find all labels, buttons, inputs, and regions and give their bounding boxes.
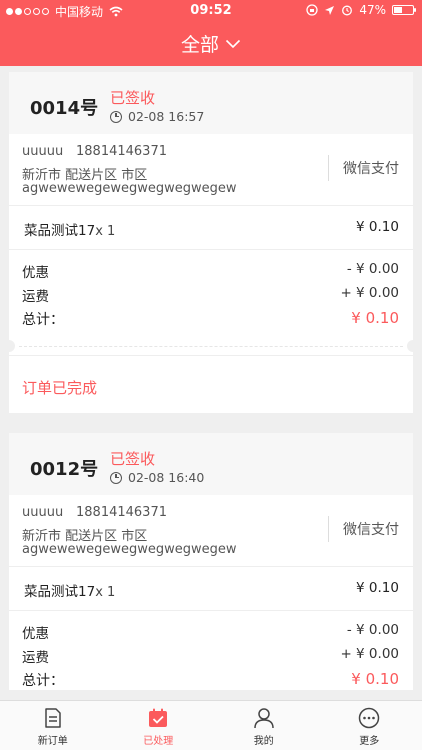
customer-name: uuuuu [22, 505, 64, 520]
item-quantity: x 1 [95, 224, 116, 239]
customer-phone[interactable]: 18814146371 [76, 505, 167, 520]
customer-name: uuuuu [22, 144, 64, 159]
shipping-label: 运费 [22, 289, 49, 305]
customer-address-detail: agwewewegewegwegwegwegew [22, 542, 237, 557]
status-bar: 中国移动 09:52 47% [0, 0, 422, 22]
orientation-lock-icon [306, 4, 318, 16]
shipping-row: 运费 + ¥ 0.00 [9, 642, 413, 666]
clock-icon [110, 110, 122, 123]
tab-label: 新订单 [37, 736, 68, 747]
battery-icon [392, 5, 416, 15]
customer-address-detail: agwewewegewegwegwegwegew [22, 181, 237, 196]
perforation [3, 337, 419, 355]
tab-processed[interactable]: 已处理 [106, 701, 212, 750]
more-icon [359, 707, 380, 729]
order-list[interactable]: 0014号 已签收 02-08 16:57 uuuuu 18814146371 … [0, 66, 422, 700]
tab-mine[interactable]: 我的 [211, 701, 317, 750]
divider [328, 155, 329, 181]
discount-label: 优惠 [22, 626, 49, 642]
order-time: 02-08 16:57 [128, 109, 205, 124]
divider [328, 516, 329, 542]
shipping-row: 运费 + ¥ 0.00 [9, 281, 413, 305]
order-time: 02-08 16:40 [128, 470, 205, 485]
tab-more[interactable]: 更多 [317, 701, 422, 750]
total-row: 总计： ¥ 0.10 [9, 305, 413, 329]
order-number: 0014号 [30, 98, 99, 119]
item-price: ¥ 0.10 [356, 219, 399, 235]
item-name: 菜品测试17 [24, 584, 96, 600]
document-icon [45, 708, 61, 728]
discount-label: 优惠 [22, 265, 49, 281]
order-time-row: 02-08 16:40 [110, 470, 204, 485]
shipping-label: 运费 [22, 650, 49, 666]
order-header: 0014号 已签收 02-08 16:57 [9, 72, 413, 134]
page-title: 全部 [180, 34, 219, 56]
clock-icon [110, 471, 122, 484]
item-quantity: x 1 [95, 585, 116, 600]
alarm-icon [342, 5, 353, 16]
customer-info: uuuuu 18814146371 新沂市 配送片区 市区 agwewewege… [9, 495, 413, 567]
battery-percent: 47% [359, 3, 386, 17]
customer-info: uuuuu 18814146371 新沂市 配送片区 市区 agwewewege… [9, 134, 413, 206]
discount-value: - ¥ 0.00 [346, 622, 399, 638]
person-icon [254, 708, 274, 729]
total-label: 总计： [22, 312, 64, 328]
order-status: 已签收 [110, 450, 156, 468]
filter-dropdown[interactable]: 全部 [0, 30, 422, 57]
location-icon [325, 5, 335, 15]
order-footer: 订单已完成 [9, 355, 413, 413]
order-header: 0012号 已签收 02-08 16:40 [9, 433, 413, 495]
tab-label: 我的 [253, 736, 274, 747]
tab-label: 更多 [359, 736, 380, 747]
order-number: 0012号 [30, 459, 99, 480]
discount-value: - ¥ 0.00 [346, 261, 399, 277]
chevron-down-icon [225, 39, 241, 48]
item-name-row: 菜品测试17x 1 [24, 580, 115, 600]
discount-row: 优惠 - ¥ 0.00 [9, 257, 413, 281]
order-status: 已签收 [110, 89, 156, 107]
shipping-value: + ¥ 0.00 [340, 285, 399, 301]
total-label: 总计： [22, 673, 64, 689]
tab-label: 已处理 [143, 736, 174, 747]
total-value: ¥ 0.10 [351, 670, 399, 688]
payment-method: 微信支付 [343, 161, 399, 177]
calendar-check-icon [149, 708, 168, 727]
payment-method: 微信支付 [343, 522, 399, 538]
customer-phone[interactable]: 18814146371 [76, 144, 167, 159]
order-item: 菜品测试17x 1 ¥ 0.10 [9, 567, 413, 611]
shipping-value: + ¥ 0.00 [340, 646, 399, 662]
order-time-row: 02-08 16:57 [110, 109, 204, 124]
discount-row: 优惠 - ¥ 0.00 [9, 618, 413, 642]
tab-new-orders[interactable]: 新订单 [0, 701, 106, 750]
order-complete-status: 订单已完成 [22, 379, 98, 397]
top-bar: 中国移动 09:52 47% 全部 [0, 0, 422, 66]
item-name: 菜品测试17 [24, 223, 96, 239]
tab-bar: 新订单 已处理 我的 更多 [0, 700, 422, 750]
total-row: 总计： ¥ 0.10 [9, 666, 413, 690]
order-item: 菜品测试17x 1 ¥ 0.10 [9, 206, 413, 250]
item-price: ¥ 0.10 [356, 580, 399, 596]
order-card[interactable]: 0012号 已签收 02-08 16:40 uuuuu 18814146371 … [9, 433, 413, 690]
total-value: ¥ 0.10 [351, 309, 399, 327]
item-name-row: 菜品测试17x 1 [24, 219, 115, 239]
order-card[interactable]: 0014号 已签收 02-08 16:57 uuuuu 18814146371 … [3, 72, 419, 413]
